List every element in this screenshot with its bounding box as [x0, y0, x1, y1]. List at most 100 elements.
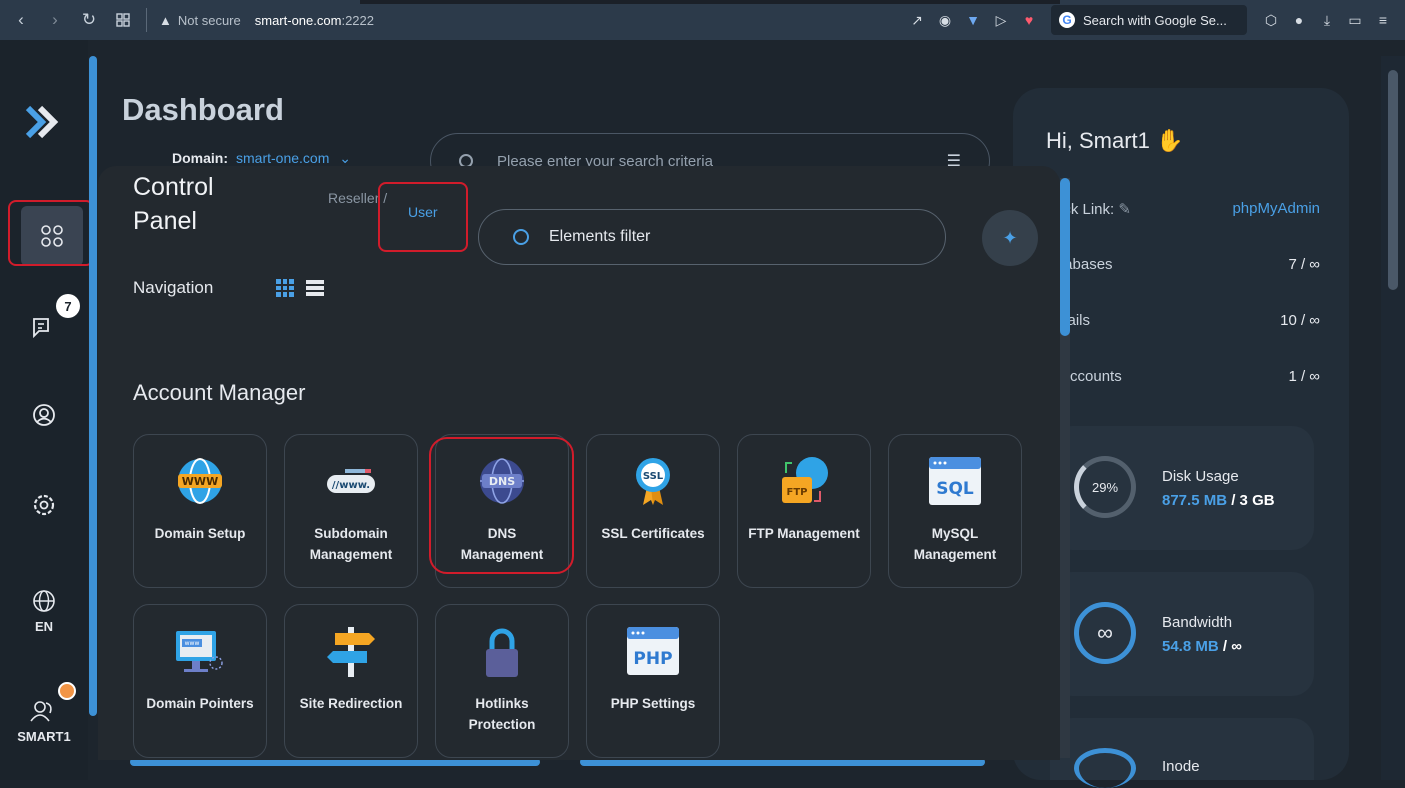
bandwidth-card: ∞ Bandwidth 54.8 MB / ∞: [1050, 572, 1314, 696]
app-sidebar: 7 EN SMART1: [0, 40, 94, 780]
user-label: SMART1: [17, 728, 71, 744]
page-scrollbar[interactable]: [1381, 56, 1405, 780]
shield-icon[interactable]: ▼: [963, 10, 983, 30]
svg-text:WWW: WWW: [182, 475, 218, 488]
tile-ftp-management[interactable]: FTP FTP Management: [737, 434, 871, 588]
toolbar-divider: [146, 8, 147, 32]
tile-ssl-certificates[interactable]: SSL SSL Certificates: [586, 434, 720, 588]
disk-usage-card: 29% Disk Usage 877.5 MB / 3 GB: [1050, 426, 1314, 550]
signpost-icon: [323, 623, 379, 679]
stat-name: Inode: [1162, 758, 1200, 775]
quick-link-value[interactable]: phpMyAdmin: [1232, 200, 1320, 218]
tile-label: Domain Setup: [154, 526, 246, 541]
tile-site-redirection[interactable]: Site Redirection: [284, 604, 418, 758]
cube-icon[interactable]: ⬡: [1261, 10, 1281, 30]
scrollbar-thumb[interactable]: [1060, 178, 1070, 336]
menu-icon[interactable]: ≡: [1373, 10, 1393, 30]
chat-icon: [33, 318, 49, 339]
notification-badge: 7: [56, 294, 80, 318]
panel-title-line: Panel: [133, 207, 197, 235]
battery-icon[interactable]: ▭: [1345, 10, 1365, 30]
pencil-icon[interactable]: ✎: [1118, 201, 1131, 218]
google-search-placeholder: Search with Google Se...: [1083, 12, 1227, 28]
navigation-label: Navigation: [133, 278, 214, 297]
google-icon: G: [1059, 12, 1075, 28]
tile-label: Domain Pointers: [146, 696, 254, 711]
tile-domain-pointers[interactable]: www Domain Pointers: [133, 604, 267, 758]
stat-name: Bandwidth: [1162, 614, 1233, 631]
svg-text://www.: //www.: [332, 480, 370, 491]
wave-icon: ✋: [1156, 128, 1184, 153]
sidebar-scrollbar[interactable]: [89, 56, 97, 716]
pin-button[interactable]: ✦: [982, 210, 1038, 266]
usage-value: 10 / ∞: [1280, 312, 1320, 329]
warning-icon: ▲: [159, 12, 172, 28]
address-bar[interactable]: ▲ Not secure smart-one.com :2222: [159, 13, 374, 28]
send-icon[interactable]: ▷: [991, 10, 1011, 30]
status-dot: [58, 682, 76, 700]
page-title: Dashboard: [122, 92, 284, 127]
sidebar-item-language[interactable]: EN: [0, 576, 88, 646]
ssl-badge-icon: SSL: [625, 453, 681, 509]
chevron-down-icon: ⌄: [339, 150, 351, 166]
sidebar-item-user[interactable]: SMART1: [0, 682, 88, 756]
quick-link-label: ick Link: ✎: [1060, 201, 1131, 218]
url-port: :2222: [341, 12, 374, 28]
scrollbar-thumb[interactable]: [1388, 70, 1398, 290]
highlight-box: [8, 200, 94, 266]
svg-text:PHP: PHP: [633, 649, 672, 669]
tabs-grid-icon[interactable]: [110, 7, 136, 33]
globe-icon: [33, 589, 55, 612]
elements-filter-input[interactable]: Elements filter: [478, 209, 946, 265]
back-icon[interactable]: ‹: [8, 7, 34, 33]
google-search-box[interactable]: G Search with Google Se...: [1051, 5, 1247, 35]
sql-window-icon: SQL: [927, 453, 983, 509]
subdomain-bar-icon: //www.: [323, 453, 379, 509]
camera-icon[interactable]: ◉: [935, 10, 955, 30]
sidebar-item-apps[interactable]: [0, 200, 94, 272]
sidebar-item-messages[interactable]: 7: [0, 294, 88, 352]
panel-title-line: Control: [133, 173, 214, 201]
sidebar-item-account[interactable]: [0, 390, 88, 440]
padlock-icon: [474, 623, 530, 679]
tile-hotlinks-protection[interactable]: Hotlinks Protection: [435, 604, 569, 758]
tile-subdomain-management[interactable]: //www. Subdomain Management: [284, 434, 418, 588]
profile-icon[interactable]: ●: [1289, 10, 1309, 30]
share-icon[interactable]: ↗: [907, 10, 927, 30]
search-icon: [513, 229, 529, 245]
reload-icon[interactable]: ↻: [76, 7, 102, 33]
php-window-icon: PHP: [625, 623, 681, 679]
tile-label: Subdomain Management: [309, 526, 393, 562]
forward-icon[interactable]: ›: [42, 7, 68, 33]
tile-mysql-management[interactable]: SQL MySQL Management: [888, 434, 1022, 588]
panel-scrollbar[interactable]: [1060, 178, 1070, 758]
control-panel-overlay: Control Panel Reseller / User Elements f…: [98, 166, 1060, 760]
usage-row: Accounts 1 / ∞: [1060, 368, 1320, 385]
tile-domain-setup[interactable]: WWW Domain Setup: [133, 434, 267, 588]
grid-view-icon[interactable]: [276, 279, 294, 297]
download-icon[interactable]: ⤓: [1317, 10, 1337, 30]
stat-name: Disk Usage: [1162, 468, 1239, 485]
greeting-text: Hi, Smart1: [1046, 128, 1150, 153]
list-view-icon[interactable]: [306, 280, 324, 296]
quick-link-row: ick Link: ✎ phpMyAdmin: [1060, 200, 1320, 218]
filter-placeholder: Elements filter: [549, 228, 651, 245]
svg-text:FTP: FTP: [787, 487, 808, 498]
heart-icon[interactable]: ♥: [1019, 10, 1039, 30]
logo[interactable]: [0, 92, 88, 152]
inode-ring: [1074, 748, 1136, 788]
ftp-folder-icon: FTP: [776, 453, 832, 509]
tile-label: MySQL Management: [913, 526, 997, 562]
browser-toolbar: ‹ › ↻ ▲ Not secure smart-one.com :2222 ↗…: [0, 0, 1405, 40]
domain-selector[interactable]: Domain: smart-one.com ⌄: [172, 150, 351, 167]
security-label: Not secure: [177, 12, 241, 28]
tile-label: PHP Settings: [610, 696, 696, 711]
monitor-www-icon: www: [172, 623, 228, 679]
usage-row: Jails 10 / ∞: [1060, 312, 1320, 329]
tile-label: Hotlinks Protection: [468, 696, 536, 732]
svg-text:SSL: SSL: [643, 471, 664, 482]
sidebar-item-settings[interactable]: [0, 480, 88, 530]
tile-php-settings[interactable]: PHP PHP Settings: [586, 604, 720, 758]
gear-icon: [33, 494, 55, 516]
svg-text:www: www: [185, 640, 200, 647]
